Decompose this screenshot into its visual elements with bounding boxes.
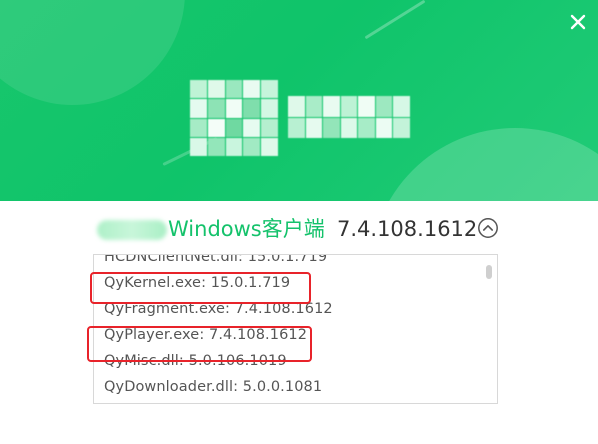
pixelated-logo-icon [190,80,278,156]
chevron-up-circle-icon [478,218,498,238]
about-dialog: Windows客户端 7.4.108.1612 HCDNClientNet.dl… [0,0,598,444]
highlight-box-qykernel [90,272,311,304]
blurred-brand-name [97,220,167,240]
list-item: HCDNClientNet.dll: 15.0.1.719 [104,254,328,265]
product-version: 7.4.108.1612 [337,217,478,241]
pixelated-logo-wordmark [288,96,410,138]
close-icon [570,14,586,30]
list-item: QyDownloader.dll: 5.0.0.1081 [104,379,323,395]
header-banner [0,0,598,201]
list-scrollbar-thumb[interactable] [486,265,492,279]
decorative-streak [364,0,426,40]
close-button[interactable] [566,10,590,34]
decorative-circle [370,128,598,201]
product-name: Windows客户端 [168,217,325,241]
collapse-details-button[interactable] [477,217,499,239]
decorative-circle [0,0,185,105]
version-row: Windows客户端 7.4.108.1612 [0,212,598,246]
highlight-box-qyplayer [87,326,312,362]
